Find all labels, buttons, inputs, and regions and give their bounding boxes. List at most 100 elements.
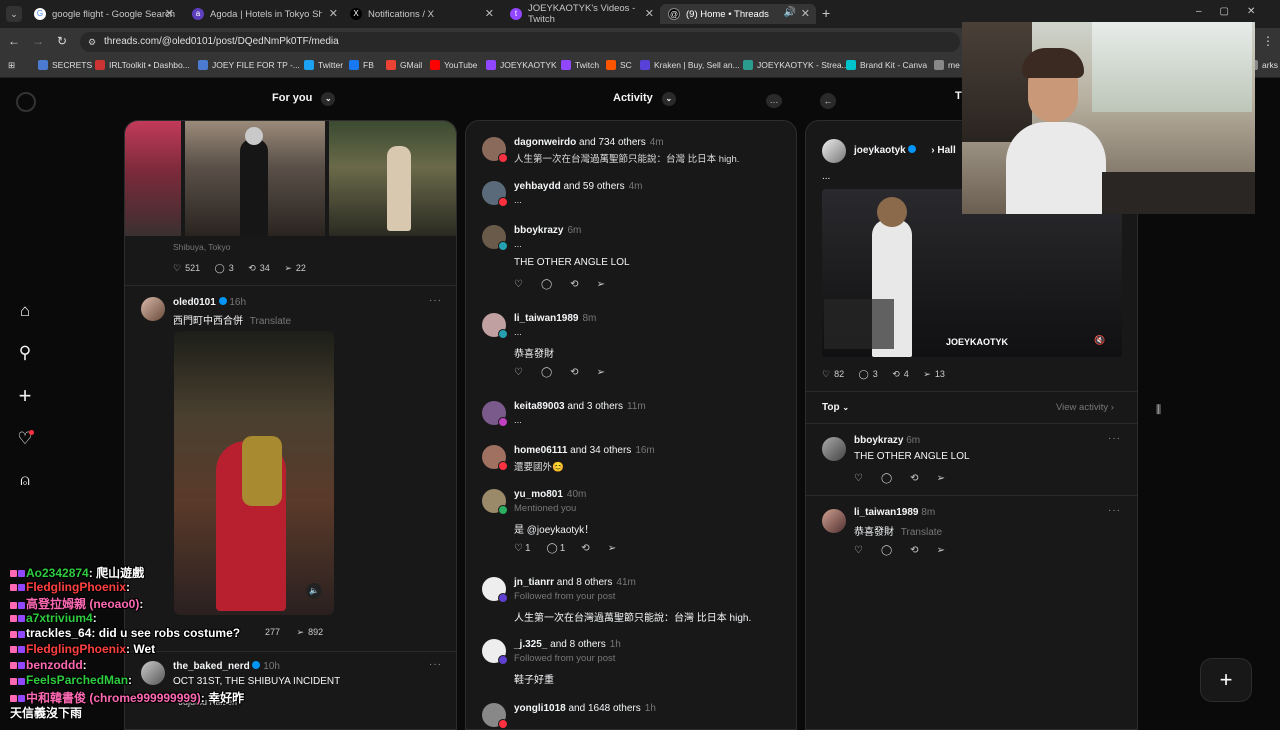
repost-icon[interactable]: ⟲ bbox=[910, 473, 918, 484]
heart-icon[interactable]: ♡ bbox=[14, 428, 36, 450]
create-icon[interactable]: + bbox=[14, 385, 36, 407]
like-icon[interactable]: ♡ bbox=[514, 543, 523, 554]
activity-username[interactable]: bboykrazy 6m bbox=[514, 225, 581, 236]
post-image-3[interactable] bbox=[329, 121, 456, 236]
avatar[interactable] bbox=[141, 661, 165, 685]
address-bar[interactable]: ⚙ threads.com/@oled0101/post/DQedNmPk0TF… bbox=[80, 32, 960, 52]
sort-dropdown[interactable]: Top ⌄ bbox=[822, 402, 849, 413]
bookmark-item[interactable]: JOEYKAOTYK - Strea... bbox=[743, 60, 849, 70]
share-icon[interactable]: ➢ bbox=[297, 627, 305, 637]
translate-link[interactable]: Translate bbox=[250, 316, 291, 327]
activity-username[interactable]: yongli1018 and 1648 others 1h bbox=[514, 703, 656, 714]
more-icon[interactable]: ··· bbox=[1108, 505, 1121, 516]
repost-icon[interactable]: ⟲ bbox=[581, 543, 589, 554]
repost-icon[interactable]: ⟲ bbox=[570, 367, 578, 378]
threads-logo-icon[interactable] bbox=[16, 92, 36, 112]
share-icon[interactable]: ➢ bbox=[597, 279, 605, 290]
reply-username[interactable]: bboykrazy 6m bbox=[854, 435, 920, 446]
post-username[interactable]: joeykaotyk › Hall bbox=[854, 145, 956, 156]
bookmark-item[interactable]: JOEYKAOTYK bbox=[486, 60, 557, 70]
browser-menu-icon[interactable]: ⋮ bbox=[1262, 34, 1274, 48]
like-icon[interactable]: ♡ bbox=[854, 545, 863, 556]
repost-icon[interactable]: ⟲ bbox=[570, 279, 578, 290]
comment-icon[interactable]: ◯ bbox=[215, 263, 225, 273]
like-icon[interactable]: ♡ bbox=[822, 369, 830, 379]
site-info-icon[interactable]: ⚙ bbox=[88, 32, 96, 52]
bookmark-item[interactable]: Twitch bbox=[561, 60, 599, 70]
share-icon[interactable]: ➢ bbox=[923, 369, 931, 379]
more-icon[interactable]: ··· bbox=[429, 659, 442, 670]
chevron-down-icon[interactable]: ⌄ bbox=[661, 92, 676, 106]
home-icon[interactable]: ⌂ bbox=[14, 300, 36, 322]
activity-username[interactable]: _j.325_ and 8 others 1h bbox=[514, 639, 621, 650]
bookmark-item[interactable]: me bbox=[934, 60, 960, 70]
close-icon[interactable]: ✕ bbox=[645, 7, 654, 20]
back-icon[interactable]: ← bbox=[8, 34, 20, 48]
bookmark-item[interactable]: GMail bbox=[386, 60, 422, 70]
repost-icon[interactable]: ⟲ bbox=[248, 263, 256, 273]
bookmark-item[interactable]: Kraken | Buy, Sell an... bbox=[640, 60, 740, 70]
activity-username[interactable]: li_taiwan1989 8m bbox=[514, 313, 596, 324]
bookmark-item[interactable]: Twitter bbox=[304, 60, 343, 70]
reply-username[interactable]: li_taiwan1989 8m bbox=[854, 507, 935, 518]
comment-icon[interactable]: ◯ bbox=[881, 545, 892, 556]
post-back-icon[interactable]: ← bbox=[820, 93, 836, 109]
activity-username[interactable]: dagonweirdo and 734 others 4m bbox=[514, 137, 664, 148]
avatar[interactable] bbox=[822, 509, 846, 533]
bookmark-item[interactable]: YouTube bbox=[430, 60, 477, 70]
tab-list-dropdown-icon[interactable]: ⌄ bbox=[6, 6, 22, 22]
share-icon[interactable]: ➢ bbox=[597, 367, 605, 378]
more-icon[interactable]: ··· bbox=[1108, 433, 1121, 444]
share-icon[interactable]: ➢ bbox=[937, 473, 945, 484]
share-icon[interactable]: ➢ bbox=[937, 545, 945, 556]
like-icon[interactable]: ♡ bbox=[514, 367, 523, 378]
repost-icon[interactable]: ⟲ bbox=[892, 369, 900, 379]
profile-icon[interactable]: ⍝ bbox=[14, 470, 36, 492]
chevron-down-icon[interactable]: ⌄ bbox=[321, 92, 336, 106]
activity-username[interactable]: yehbaydd and 59 others 4m bbox=[514, 181, 643, 192]
activity-column-more-icon[interactable]: … bbox=[766, 94, 782, 108]
apps-icon[interactable]: ⊞ bbox=[8, 60, 15, 71]
bookmark-item[interactable]: SC bbox=[606, 60, 632, 70]
column-settings-icon[interactable]: ⫼ bbox=[1156, 404, 1161, 417]
comment-icon[interactable]: ◯ bbox=[547, 543, 558, 554]
avatar[interactable] bbox=[822, 437, 846, 461]
bookmark-item[interactable]: JOEY FILE FOR TP -... bbox=[198, 60, 300, 70]
avatar[interactable] bbox=[822, 139, 846, 163]
close-icon[interactable]: ✕ bbox=[329, 7, 338, 20]
activity-column-title[interactable]: Activity ⌄ bbox=[613, 92, 676, 106]
comment-icon[interactable]: ◯ bbox=[541, 367, 552, 378]
post-video[interactable]: 🔈 bbox=[174, 331, 334, 615]
browser-tab-threads[interactable]: @ (9) Home • Threads 🔊 ✕ bbox=[660, 4, 816, 24]
activity-username[interactable]: keita89003 and 3 others 11m bbox=[514, 401, 646, 412]
avatar[interactable] bbox=[141, 297, 165, 321]
bookmark-item[interactable]: SECRETS bbox=[38, 60, 92, 70]
browser-tab-twitch[interactable]: t JOEYKAOTYK's Videos - Twitch ✕ bbox=[502, 3, 660, 25]
more-icon[interactable]: ··· bbox=[429, 295, 442, 306]
close-icon[interactable]: ✕ bbox=[485, 7, 494, 20]
close-icon[interactable]: ✕ bbox=[165, 7, 174, 20]
browser-tab-google[interactable]: G google flight - Google Search ✕ bbox=[26, 4, 180, 24]
post-image-1[interactable] bbox=[125, 121, 181, 236]
share-icon[interactable]: ➢ bbox=[284, 263, 292, 273]
activity-username[interactable]: yu_mo801 40m bbox=[514, 489, 586, 500]
comment-icon[interactable]: ◯ bbox=[541, 279, 552, 290]
bookmark-item[interactable]: Brand Kit - Canva bbox=[846, 60, 927, 70]
post-video[interactable]: JOEYKAOTYK 🔇 bbox=[822, 189, 1122, 357]
new-thread-button[interactable]: + bbox=[1200, 658, 1252, 702]
mute-icon[interactable]: 🔈 bbox=[306, 583, 322, 599]
activity-username[interactable]: jn_tianrr and 8 others 41m bbox=[514, 577, 636, 588]
browser-tab-x[interactable]: X Notifications / X ✕ bbox=[342, 4, 500, 24]
view-activity-link[interactable]: View activity › bbox=[1056, 402, 1114, 413]
activity-username[interactable]: home06111 and 34 others 16m bbox=[514, 445, 655, 456]
post-username[interactable]: the_baked_nerd 10h bbox=[173, 661, 280, 672]
translate-link[interactable]: Translate bbox=[901, 527, 942, 538]
post-username[interactable]: oled0101 16h bbox=[173, 297, 246, 308]
mute-icon[interactable]: 🔇 bbox=[1094, 335, 1105, 346]
bookmark-item[interactable]: FB bbox=[349, 60, 374, 70]
reload-icon[interactable]: ↻ bbox=[57, 34, 67, 48]
comment-icon[interactable]: ◯ bbox=[859, 369, 869, 379]
share-icon[interactable]: ➢ bbox=[608, 543, 616, 554]
search-icon[interactable]: ⚲ bbox=[14, 342, 36, 364]
speaker-icon[interactable]: 🔊 bbox=[784, 7, 796, 18]
